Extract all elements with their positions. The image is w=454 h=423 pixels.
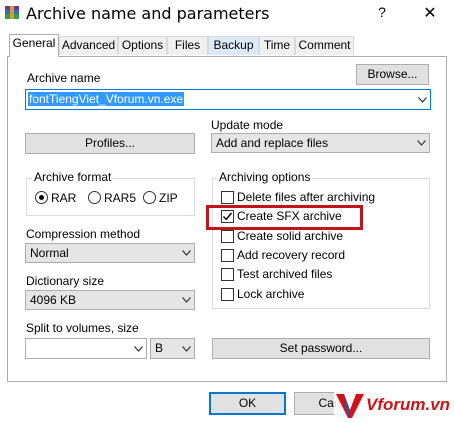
update-mode-value: Add and replace files — [216, 136, 329, 150]
recovery-record-label[interactable]: Add recovery record — [237, 248, 345, 262]
tab-time[interactable]: Time — [259, 36, 295, 55]
compression-method-label: Compression method — [26, 227, 141, 241]
browse-button[interactable]: Browse... — [356, 64, 429, 85]
profiles-button[interactable]: Profiles... — [25, 133, 195, 154]
highlight-box — [206, 205, 363, 230]
winrar-app-icon — [4, 5, 20, 21]
chevron-down-icon — [182, 297, 191, 303]
delete-files-label[interactable]: Delete files after archiving — [237, 190, 375, 204]
update-mode-select[interactable]: Add and replace files — [211, 133, 430, 153]
radio-zip-label[interactable]: ZIP — [159, 191, 178, 205]
create-solid-checkbox[interactable] — [221, 230, 234, 243]
split-unit-select[interactable]: B — [150, 338, 195, 359]
radio-rar5-label[interactable]: RAR5 — [104, 191, 136, 205]
tab-backup[interactable]: Backup — [208, 36, 259, 55]
ok-button[interactable]: OK — [209, 392, 286, 415]
chevron-down-icon — [417, 140, 426, 146]
set-password-button[interactable]: Set password... — [212, 338, 430, 359]
archive-name-label: Archive name — [27, 71, 101, 85]
lock-archive-checkbox[interactable] — [221, 288, 234, 301]
delete-files-checkbox[interactable] — [221, 191, 234, 204]
help-button[interactable]: ? — [372, 4, 392, 24]
chevron-down-icon — [182, 250, 191, 256]
create-solid-label[interactable]: Create solid archive — [237, 229, 343, 243]
radio-rar5[interactable] — [88, 191, 101, 204]
split-volumes-label: Split to volumes, size — [26, 321, 139, 335]
test-archived-checkbox[interactable] — [221, 268, 234, 281]
dictionary-size-value: 4096 KB — [30, 293, 77, 307]
tab-comment[interactable]: Comment — [295, 36, 354, 55]
chevron-down-icon — [182, 345, 191, 352]
close-button[interactable]: ✕ — [420, 3, 440, 25]
watermark-logo: Vforum.vn — [334, 390, 454, 420]
compression-method-select[interactable]: Normal — [25, 243, 195, 263]
dictionary-size-label: Dictionary size — [26, 274, 105, 288]
recovery-record-checkbox[interactable] — [221, 249, 234, 262]
tab-advanced[interactable]: Advanced — [59, 36, 118, 55]
dictionary-size-select[interactable]: 4096 KB — [25, 290, 195, 310]
tab-files[interactable]: Files — [167, 36, 208, 55]
radio-zip[interactable] — [143, 191, 156, 204]
archive-format-label: Archive format — [32, 170, 114, 184]
tab-options[interactable]: Options — [118, 36, 167, 55]
update-mode-label: Update mode — [211, 118, 284, 132]
radio-rar[interactable] — [35, 191, 48, 204]
test-archived-label[interactable]: Test archived files — [237, 267, 332, 281]
lock-archive-label[interactable]: Lock archive — [237, 287, 304, 301]
archive-name-combobox[interactable]: fontTiengViet_Vforum.vn.exe — [25, 89, 431, 110]
split-unit-value: B — [155, 341, 164, 355]
split-volumes-combobox[interactable] — [25, 338, 147, 359]
radio-rar-label[interactable]: RAR — [51, 191, 76, 205]
chevron-down-icon[interactable] — [418, 96, 427, 103]
tab-general[interactable]: General — [9, 34, 59, 57]
archiving-options-label: Archiving options — [217, 170, 313, 184]
archive-name-value[interactable]: fontTiengViet_Vforum.vn.exe — [28, 92, 185, 106]
compression-method-value: Normal — [30, 246, 69, 260]
watermark-text: Vforum.vn — [366, 395, 451, 414]
chevron-down-icon[interactable] — [134, 345, 143, 352]
window-title: Archive name and parameters — [26, 4, 270, 23]
